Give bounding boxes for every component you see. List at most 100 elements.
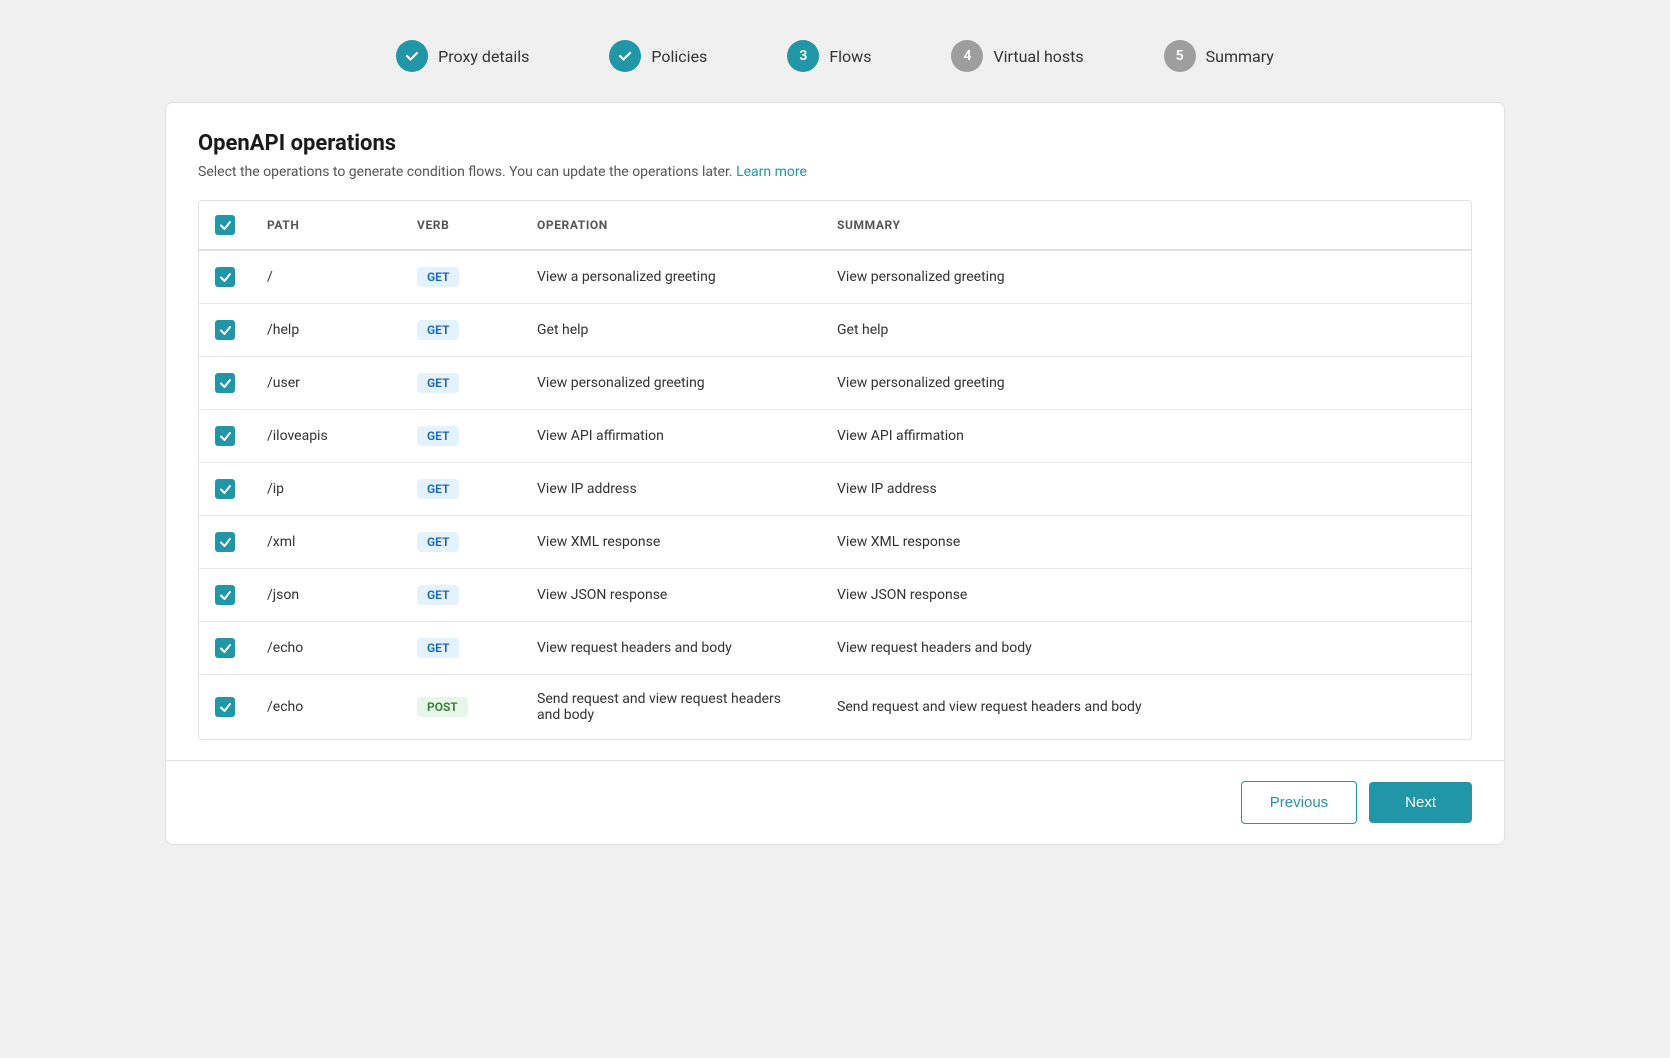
verb-badge: GET bbox=[417, 479, 459, 499]
row-summary: View request headers and body bbox=[821, 622, 1471, 675]
main-card: OpenAPI operations Select the operations… bbox=[165, 102, 1505, 845]
row-checkbox-0[interactable] bbox=[215, 267, 235, 287]
row-verb: GET bbox=[401, 250, 521, 304]
row-checkbox-3[interactable] bbox=[215, 426, 235, 446]
col-header-path: PATH bbox=[251, 201, 401, 250]
step-circle-policies bbox=[609, 40, 641, 72]
col-header-verb: VERB bbox=[401, 201, 521, 250]
col-header-operation: OPERATION bbox=[521, 201, 821, 250]
row-checkbox-cell bbox=[199, 304, 251, 357]
row-path: /json bbox=[251, 569, 401, 622]
next-button[interactable]: Next bbox=[1369, 782, 1472, 823]
row-summary: Send request and view request headers an… bbox=[821, 675, 1471, 740]
row-summary: View JSON response bbox=[821, 569, 1471, 622]
row-checkbox-cell bbox=[199, 516, 251, 569]
row-operation: Send request and view request headers an… bbox=[521, 675, 821, 740]
step-label-proxy-details: Proxy details bbox=[438, 47, 529, 66]
row-operation: View JSON response bbox=[521, 569, 821, 622]
verb-badge: GET bbox=[417, 426, 459, 446]
row-verb: GET bbox=[401, 569, 521, 622]
table-row: /ip GET View IP address View IP address bbox=[199, 463, 1471, 516]
row-verb: GET bbox=[401, 622, 521, 675]
row-checkbox-cell bbox=[199, 675, 251, 740]
row-path: /help bbox=[251, 304, 401, 357]
step-policies[interactable]: Policies bbox=[609, 40, 707, 72]
row-path: /xml bbox=[251, 516, 401, 569]
row-checkbox-cell bbox=[199, 569, 251, 622]
table-row: /echo POST Send request and view request… bbox=[199, 675, 1471, 740]
step-circle-virtual-hosts: 4 bbox=[951, 40, 983, 72]
table-body: / GET View a personalized greeting View … bbox=[199, 250, 1471, 739]
row-checkbox-cell bbox=[199, 410, 251, 463]
verb-badge: GET bbox=[417, 585, 459, 605]
step-label-flows: Flows bbox=[829, 47, 871, 66]
step-summary[interactable]: 5 Summary bbox=[1164, 40, 1274, 72]
previous-button[interactable]: Previous bbox=[1241, 781, 1357, 824]
table-header-row: PATH VERB OPERATION SUMMARY bbox=[199, 201, 1471, 250]
row-checkbox-5[interactable] bbox=[215, 532, 235, 552]
row-verb: GET bbox=[401, 463, 521, 516]
stepper: Proxy details Policies 3 Flows 4 Virtual… bbox=[20, 20, 1650, 102]
table-container: PATH VERB OPERATION SUMMARY / GET View bbox=[198, 200, 1472, 740]
operations-table: PATH VERB OPERATION SUMMARY / GET View bbox=[199, 201, 1471, 739]
row-summary: View personalized greeting bbox=[821, 357, 1471, 410]
select-all-checkbox[interactable] bbox=[215, 215, 235, 235]
row-checkbox-cell bbox=[199, 622, 251, 675]
step-flows[interactable]: 3 Flows bbox=[787, 40, 871, 72]
step-label-summary: Summary bbox=[1206, 47, 1274, 66]
row-summary: View personalized greeting bbox=[821, 250, 1471, 304]
row-path: /ip bbox=[251, 463, 401, 516]
table-row: /iloveapis GET View API affirmation View… bbox=[199, 410, 1471, 463]
row-operation: View XML response bbox=[521, 516, 821, 569]
row-operation: View a personalized greeting bbox=[521, 250, 821, 304]
table-row: /echo GET View request headers and body … bbox=[199, 622, 1471, 675]
table-row: /json GET View JSON response View JSON r… bbox=[199, 569, 1471, 622]
row-checkbox-8[interactable] bbox=[215, 697, 235, 717]
row-verb: GET bbox=[401, 410, 521, 463]
verb-badge: GET bbox=[417, 638, 459, 658]
row-summary: View XML response bbox=[821, 516, 1471, 569]
row-verb: GET bbox=[401, 304, 521, 357]
row-checkbox-4[interactable] bbox=[215, 479, 235, 499]
row-checkbox-cell bbox=[199, 463, 251, 516]
verb-badge: GET bbox=[417, 267, 459, 287]
row-path: /iloveapis bbox=[251, 410, 401, 463]
table-row: / GET View a personalized greeting View … bbox=[199, 250, 1471, 304]
card-title: OpenAPI operations bbox=[198, 131, 1472, 156]
row-operation: Get help bbox=[521, 304, 821, 357]
row-checkbox-1[interactable] bbox=[215, 320, 235, 340]
step-circle-flows: 3 bbox=[787, 40, 819, 72]
verb-badge: GET bbox=[417, 532, 459, 552]
step-label-virtual-hosts: Virtual hosts bbox=[993, 47, 1083, 66]
table-row: /user GET View personalized greeting Vie… bbox=[199, 357, 1471, 410]
row-path: /user bbox=[251, 357, 401, 410]
row-verb: GET bbox=[401, 516, 521, 569]
step-virtual-hosts[interactable]: 4 Virtual hosts bbox=[951, 40, 1083, 72]
step-circle-summary: 5 bbox=[1164, 40, 1196, 72]
row-verb: POST bbox=[401, 675, 521, 740]
step-circle-proxy-details bbox=[396, 40, 428, 72]
row-operation: View personalized greeting bbox=[521, 357, 821, 410]
card-header: OpenAPI operations Select the operations… bbox=[166, 103, 1504, 200]
learn-more-link[interactable]: Learn more bbox=[736, 164, 807, 180]
row-path: /echo bbox=[251, 622, 401, 675]
row-operation: View request headers and body bbox=[521, 622, 821, 675]
row-path: / bbox=[251, 250, 401, 304]
row-path: /echo bbox=[251, 675, 401, 740]
col-header-check bbox=[199, 201, 251, 250]
row-verb: GET bbox=[401, 357, 521, 410]
card-subtitle: Select the operations to generate condit… bbox=[198, 164, 1472, 180]
row-summary: View API affirmation bbox=[821, 410, 1471, 463]
row-operation: View IP address bbox=[521, 463, 821, 516]
row-checkbox-7[interactable] bbox=[215, 638, 235, 658]
table-row: /help GET Get help Get help bbox=[199, 304, 1471, 357]
verb-badge: GET bbox=[417, 373, 459, 393]
row-checkbox-cell bbox=[199, 250, 251, 304]
col-header-summary: SUMMARY bbox=[821, 201, 1471, 250]
table-row: /xml GET View XML response View XML resp… bbox=[199, 516, 1471, 569]
row-checkbox-6[interactable] bbox=[215, 585, 235, 605]
verb-badge: POST bbox=[417, 697, 468, 717]
row-checkbox-2[interactable] bbox=[215, 373, 235, 393]
card-footer: Previous Next bbox=[166, 760, 1504, 844]
step-proxy-details[interactable]: Proxy details bbox=[396, 40, 529, 72]
